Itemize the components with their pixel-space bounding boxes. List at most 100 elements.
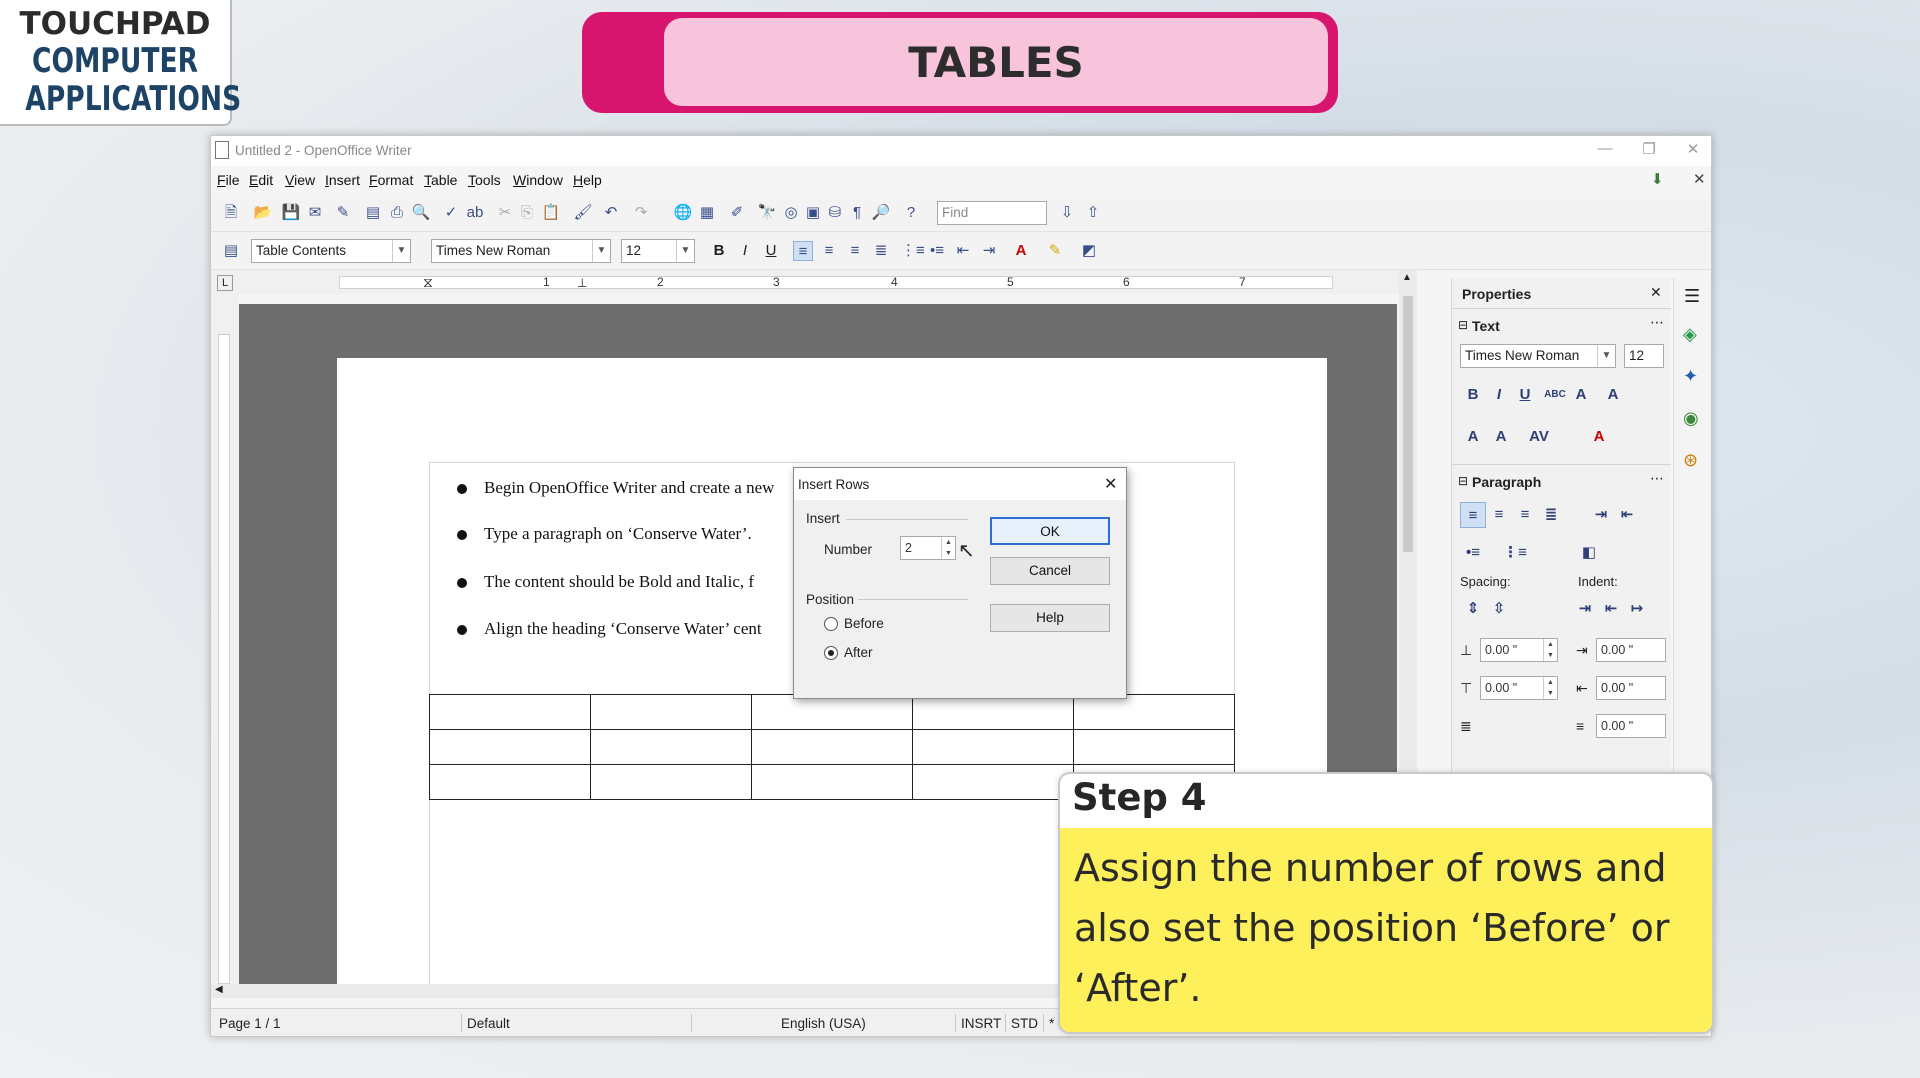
spellcheck-icon[interactable]: ✓ [441,203,461,223]
font-color-icon[interactable]: A [1586,424,1612,450]
extension-update-icon[interactable]: ⬇ [1651,170,1664,188]
find-previous-icon[interactable]: ⇧ [1083,203,1103,223]
scroll-up-icon[interactable]: ▲ [1402,272,1412,283]
menu-tools[interactable]: Tools [468,172,501,188]
page-count[interactable]: Page 1 / 1 [219,1016,281,1031]
scroll-left-icon[interactable]: ◀ [215,984,223,995]
table-cell[interactable] [1073,729,1235,765]
highlighting-icon[interactable]: ✎ [1045,241,1065,261]
formatting-marks-icon[interactable]: ¶ [847,203,867,223]
increase-indent-icon[interactable]: ⇥ [1572,596,1598,622]
table-cell[interactable] [912,694,1074,730]
minimize-icon[interactable]: — [1585,140,1625,162]
close-document-icon[interactable]: ✕ [1693,170,1706,188]
tab-stop-icon[interactable]: L [217,275,233,291]
find-input[interactable]: Find [937,201,1047,225]
hyperlink-icon[interactable]: 🌐 [673,203,693,223]
table-cell[interactable] [912,729,1074,765]
redo-icon[interactable]: ↷ [631,203,651,223]
horizontal-ruler[interactable]: L 1 2 3 4 5 6 7 ⧖ ⊥ [211,270,1411,294]
print-icon[interactable]: ⎙ [387,203,407,223]
menu-table[interactable]: Table [424,172,457,188]
font-size-select[interactable]: 12 ▼ [621,239,695,263]
numbering-icon[interactable]: ⋮≡ [1502,540,1528,566]
indent-marker-icon[interactable]: ⧖ [423,274,433,291]
menu-window[interactable]: Window [513,172,563,188]
font-color-icon[interactable]: A [1011,241,1031,261]
help-button[interactable]: Help [990,604,1110,632]
selection-mode[interactable]: STD [1011,1016,1038,1031]
spacing-below-input[interactable]: 0.00 " ▲ ▼ [1480,676,1558,700]
table-cell[interactable] [429,694,591,730]
collapse-icon[interactable]: ⊟ [1458,318,1468,332]
autospellcheck-icon[interactable]: ab [465,203,485,223]
navigator-icon[interactable]: ◎ [781,203,801,223]
table-row[interactable] [429,729,1235,765]
restore-icon[interactable]: ❐ [1629,140,1669,162]
navigator-tab-icon[interactable]: ⊛ [1683,450,1698,471]
align-center-icon[interactable]: ≡ [819,241,839,261]
menu-edit[interactable]: Edit [249,172,273,188]
sidebar-size-select[interactable]: 12 [1624,344,1664,368]
clone-formatting-icon[interactable]: 🖌 [573,203,593,223]
open-icon[interactable]: 📂 [253,203,273,223]
sidebar-close-icon[interactable]: ✕ [1650,284,1662,301]
sidebar-font-select[interactable]: Times New Roman ▼ [1460,344,1616,368]
sidebar-menu-icon[interactable]: ☰ [1684,286,1700,307]
table-icon[interactable]: ▦ [697,203,717,223]
align-right-icon[interactable]: ≡ [845,241,865,261]
export-pdf-icon[interactable]: ▤ [363,203,383,223]
underline-icon[interactable]: U [761,241,781,261]
menu-view[interactable]: View [285,172,315,188]
insert-mode[interactable]: INSRT [961,1016,1001,1031]
table-cell[interactable] [751,729,913,765]
collapse-icon[interactable]: ⊟ [1458,474,1468,488]
styles-tab-icon[interactable]: ✦ [1683,366,1698,387]
decrease-indent-icon[interactable]: ⇤ [1598,596,1624,622]
styles-formatting-icon[interactable]: ▤ [221,241,241,261]
spin-arrows-icon[interactable]: ▲ ▼ [941,537,955,559]
column-marker-icon[interactable]: ⊥ [577,276,587,290]
justify-icon[interactable]: ≣ [1538,502,1564,528]
numbering-icon[interactable]: ⋮≡ [901,241,925,261]
text-direction-rtl-icon[interactable]: ⇤ [1614,502,1640,528]
find-replace-icon[interactable]: 🔭 [757,203,777,223]
align-right-icon[interactable]: ≡ [1512,502,1538,528]
underline-icon[interactable]: U [1512,382,1538,408]
bullets-icon[interactable]: •≡ [927,241,947,261]
bullets-icon[interactable]: •≡ [1460,540,1486,566]
after-radio[interactable] [824,646,838,660]
italic-icon[interactable]: I [735,241,755,261]
after-label[interactable]: After [844,645,873,660]
menu-file[interactable]: File [217,172,240,188]
properties-tab-icon[interactable]: ◈ [1683,324,1697,345]
menu-insert[interactable]: Insert [325,172,360,188]
decrease-spacing-icon[interactable]: ⇳ [1486,596,1512,622]
strikethrough-icon[interactable]: ABC [1542,382,1568,408]
help-icon[interactable]: ? [901,203,921,223]
character-spacing-icon[interactable]: AV [1526,424,1552,450]
decrease-indent-icon[interactable]: ⇤ [953,241,973,261]
data-sources-icon[interactable]: ⛁ [825,203,845,223]
indent-after-input[interactable]: 0.00 " [1596,676,1666,700]
zoom-icon[interactable]: 🔎 [871,203,891,223]
save-icon[interactable]: 💾 [281,203,301,223]
increase-indent-icon[interactable]: ⇥ [979,241,999,261]
number-input[interactable]: 2 ▲ ▼ [900,536,956,560]
cut-icon[interactable]: ✂ [495,203,515,223]
dialog-close-icon[interactable]: ✕ [1104,474,1117,494]
table-cell[interactable] [1073,694,1235,730]
undo-icon[interactable]: ↶ [601,203,621,223]
table-cell[interactable] [751,764,913,800]
ok-button[interactable]: OK [990,517,1110,545]
email-icon[interactable]: ✉ [305,203,325,223]
text-direction-icon[interactable]: ⇥ [1588,502,1614,528]
before-radio[interactable] [824,617,838,631]
before-label[interactable]: Before [844,616,884,631]
background-color-icon[interactable]: ◩ [1079,241,1099,261]
font-name-select[interactable]: Times New Roman ▼ [431,239,611,263]
italic-icon[interactable]: I [1486,382,1512,408]
gallery-icon[interactable]: ▣ [803,203,823,223]
page-preview-icon[interactable]: 🔍 [411,203,431,223]
bold-icon[interactable]: B [1460,382,1486,408]
